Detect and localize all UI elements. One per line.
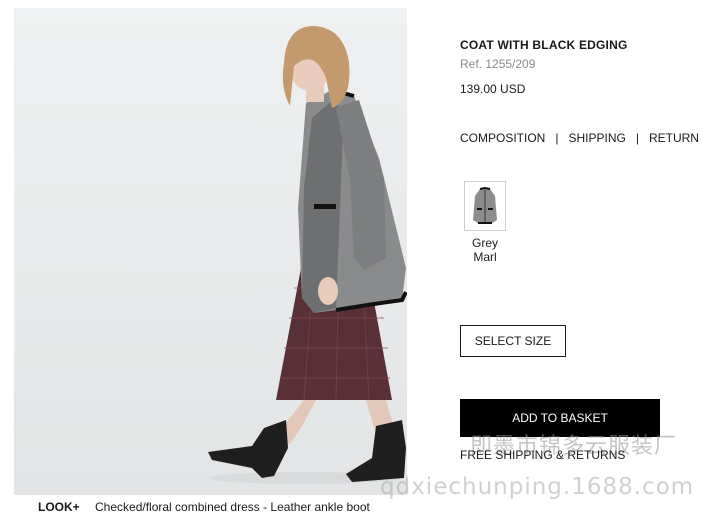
product-title: COAT WITH BLACK EDGING	[460, 38, 628, 52]
product-ref: Ref. 1255/209	[460, 57, 536, 71]
watermark-url: qdxiechunping.1688.com	[380, 474, 695, 500]
look-label[interactable]: LOOK+	[38, 500, 80, 514]
color-name: Grey Marl	[471, 236, 498, 264]
info-tabs: COMPOSITION | SHIPPING | RETURN	[460, 131, 699, 145]
color-swatch-grey-marl[interactable]	[464, 181, 506, 231]
tab-shipping[interactable]: SHIPPING	[568, 131, 625, 145]
tab-separator: |	[635, 131, 639, 145]
product-price: 139.00 USD	[460, 82, 526, 96]
model-illustration	[208, 26, 407, 484]
product-photo[interactable]	[14, 8, 407, 495]
tab-return[interactable]: RETURN	[649, 131, 699, 145]
coat-thumbnail-icon	[473, 186, 497, 224]
tab-separator: |	[555, 131, 559, 145]
select-size-button[interactable]: SELECT SIZE	[460, 325, 566, 357]
look-bar: LOOK+ Checked/floral combined dress - Le…	[38, 500, 370, 514]
free-shipping-note: FREE SHIPPING & RETURNS	[460, 448, 626, 462]
look-items[interactable]: Checked/floral combined dress - Leather …	[95, 500, 370, 514]
tab-composition[interactable]: COMPOSITION	[460, 131, 545, 145]
